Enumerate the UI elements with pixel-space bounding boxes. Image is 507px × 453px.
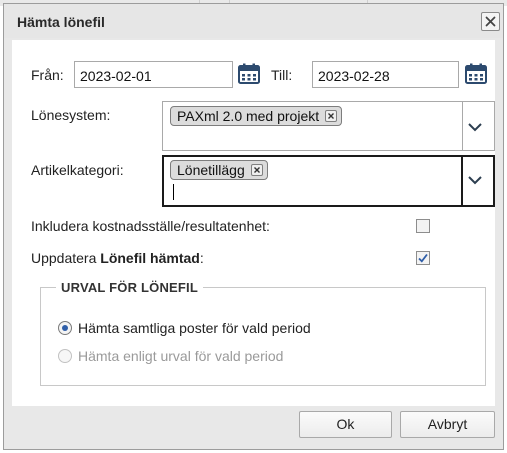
selected-tag: Lönetillägg [170,160,268,180]
radio-filtered-posts-label[interactable]: Hämta enligt urval för vald period [78,348,283,364]
check-icon [418,253,428,263]
close-icon [328,113,335,119]
payroll-system-select[interactable]: PAXml 2.0 med projekt [162,101,495,151]
update-label-bold: Lönefil hämtad [100,250,200,266]
text-caret [173,184,174,200]
radio-filtered-posts[interactable] [58,349,72,363]
article-category-dropdown-button[interactable] [461,157,485,205]
close-button[interactable] [481,12,500,31]
cancel-button[interactable]: Avbryt [400,411,495,438]
update-payfile-label: Uppdatera Lönefil hämtad: [31,250,204,266]
include-cost-center-checkbox[interactable] [416,219,430,233]
update-payfile-checkbox[interactable] [416,251,430,265]
include-cost-center-label: Inkludera kostnadsställe/resultatenhet: [31,218,270,234]
from-label: Från: [31,67,64,83]
remove-tag-button[interactable] [250,164,263,176]
dialog-title: Hämta lönefil [17,14,105,30]
fetch-payfile-dialog: Hämta lönefil Från: 2023-02-01 Till: 202… [3,3,504,450]
chevron-down-icon [468,176,482,185]
selection-legend: URVAL FÖR LÖNEFIL [56,280,204,295]
article-category-select[interactable]: Lönetillägg [162,155,495,207]
chevron-down-icon [468,123,482,132]
from-date-input[interactable]: 2023-02-01 [74,61,233,88]
selection-fieldset [40,287,486,386]
update-label-suffix: : [199,250,204,266]
dialog-titlebar[interactable]: Hämta lönefil [4,4,503,38]
remove-tag-button[interactable] [325,110,338,122]
radio-all-posts-label[interactable]: Hämta samtliga poster för vald period [78,320,311,336]
payroll-system-dropdown-button[interactable] [462,102,486,150]
article-category-label: Artikelkategori: [31,162,124,178]
to-date-input[interactable]: 2023-02-28 [312,61,459,88]
tag-label: PAXml 2.0 med projekt [177,108,320,124]
to-label: Till: [271,67,293,83]
radio-all-posts[interactable] [58,321,72,335]
update-label-prefix: Uppdatera [31,250,101,266]
dialog-content: Från: 2023-02-01 Till: 2023-02-28 Lönesy… [12,40,495,406]
close-icon [253,167,260,173]
calendar-icon[interactable] [238,63,260,85]
ok-button[interactable]: Ok [299,411,392,438]
close-icon [485,16,496,27]
calendar-icon[interactable] [465,63,487,85]
selected-tag: PAXml 2.0 med projekt [170,106,343,126]
tag-label: Lönetillägg [177,162,245,178]
payroll-system-label: Lönesystem: [31,107,111,123]
